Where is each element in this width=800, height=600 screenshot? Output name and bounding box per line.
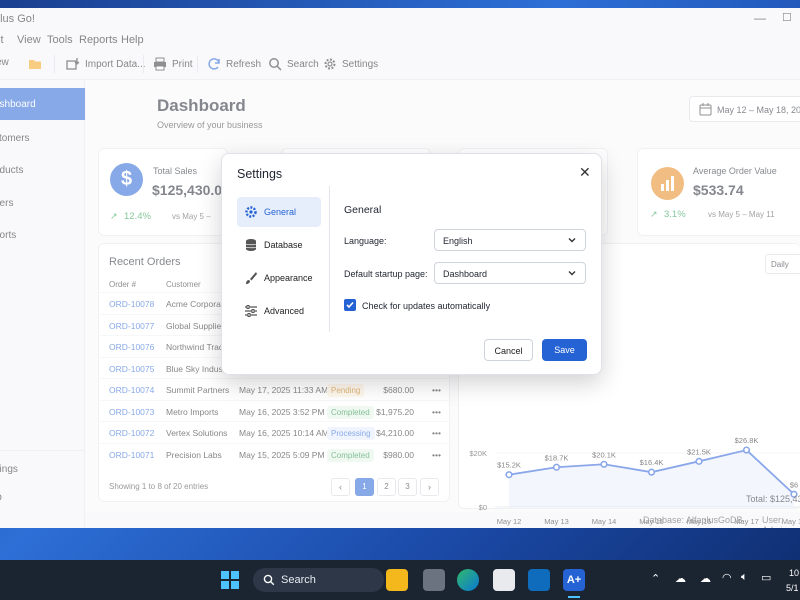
close-icon[interactable]: ✕ [579, 164, 591, 181]
nav-advanced[interactable]: Advanced [237, 296, 321, 326]
chevron-up-icon[interactable]: ⌃ [651, 572, 660, 585]
database-icon [245, 239, 257, 251]
check-icon [346, 301, 354, 309]
outlook-icon[interactable] [528, 569, 550, 591]
startup-value: Dashboard [443, 269, 488, 279]
wifi-icon[interactable]: ◠ [722, 571, 732, 584]
file-explorer-icon[interactable] [386, 569, 408, 591]
taskbar-search-label: Search [281, 574, 316, 586]
cloud-icon[interactable]: ☁ [675, 572, 686, 585]
updates-label: Check for updates automatically [362, 301, 491, 311]
task-view-icon[interactable] [423, 569, 445, 591]
chevron-down-icon [568, 271, 576, 276]
nav-general[interactable]: General [237, 197, 321, 227]
nav-label: Advanced [264, 306, 305, 316]
nav-database[interactable]: Database [237, 230, 321, 260]
language-select[interactable]: English [434, 229, 586, 251]
store-icon[interactable] [493, 569, 515, 591]
nav-label: General [264, 207, 297, 217]
nav-label: Appearance [264, 273, 313, 283]
brush-icon [246, 272, 257, 284]
app-taskbar-icon[interactable]: A+ [563, 569, 585, 591]
volume-icon[interactable]: 🔈︎ [741, 571, 748, 584]
chevron-down-icon [568, 238, 576, 243]
gear-icon [245, 206, 257, 218]
taskbar-search[interactable]: Search [253, 568, 384, 592]
battery-icon[interactable]: ▭ [761, 571, 771, 584]
updates-checkbox[interactable] [344, 299, 356, 311]
dialog-title: Settings [237, 167, 283, 181]
sliders-icon [245, 305, 257, 317]
onedrive-icon[interactable]: ☁ [700, 572, 711, 585]
nav-label: Database [264, 240, 303, 250]
settings-dialog: Settings ✕ General Database Appearance A… [221, 153, 602, 375]
language-label: Language: [344, 236, 387, 246]
taskbar: Search A+ ⌃ ☁ ☁ ◠ 🔈︎ ▭ 10 5/1 [0, 560, 800, 600]
startup-label: Default startup page: [344, 269, 428, 279]
edge-icon[interactable] [457, 569, 479, 591]
cancel-button[interactable]: Cancel [484, 339, 533, 361]
section-title: General [344, 204, 382, 216]
startup-page-select[interactable]: Dashboard [434, 262, 586, 284]
save-button[interactable]: Save [542, 339, 587, 361]
nav-appearance[interactable]: Appearance [237, 263, 321, 293]
clock-time[interactable]: 10 [789, 568, 799, 578]
clock-date[interactable]: 5/1 [786, 583, 799, 593]
start-icon[interactable] [221, 571, 239, 589]
search-icon [263, 574, 275, 586]
language-value: English [443, 236, 473, 246]
